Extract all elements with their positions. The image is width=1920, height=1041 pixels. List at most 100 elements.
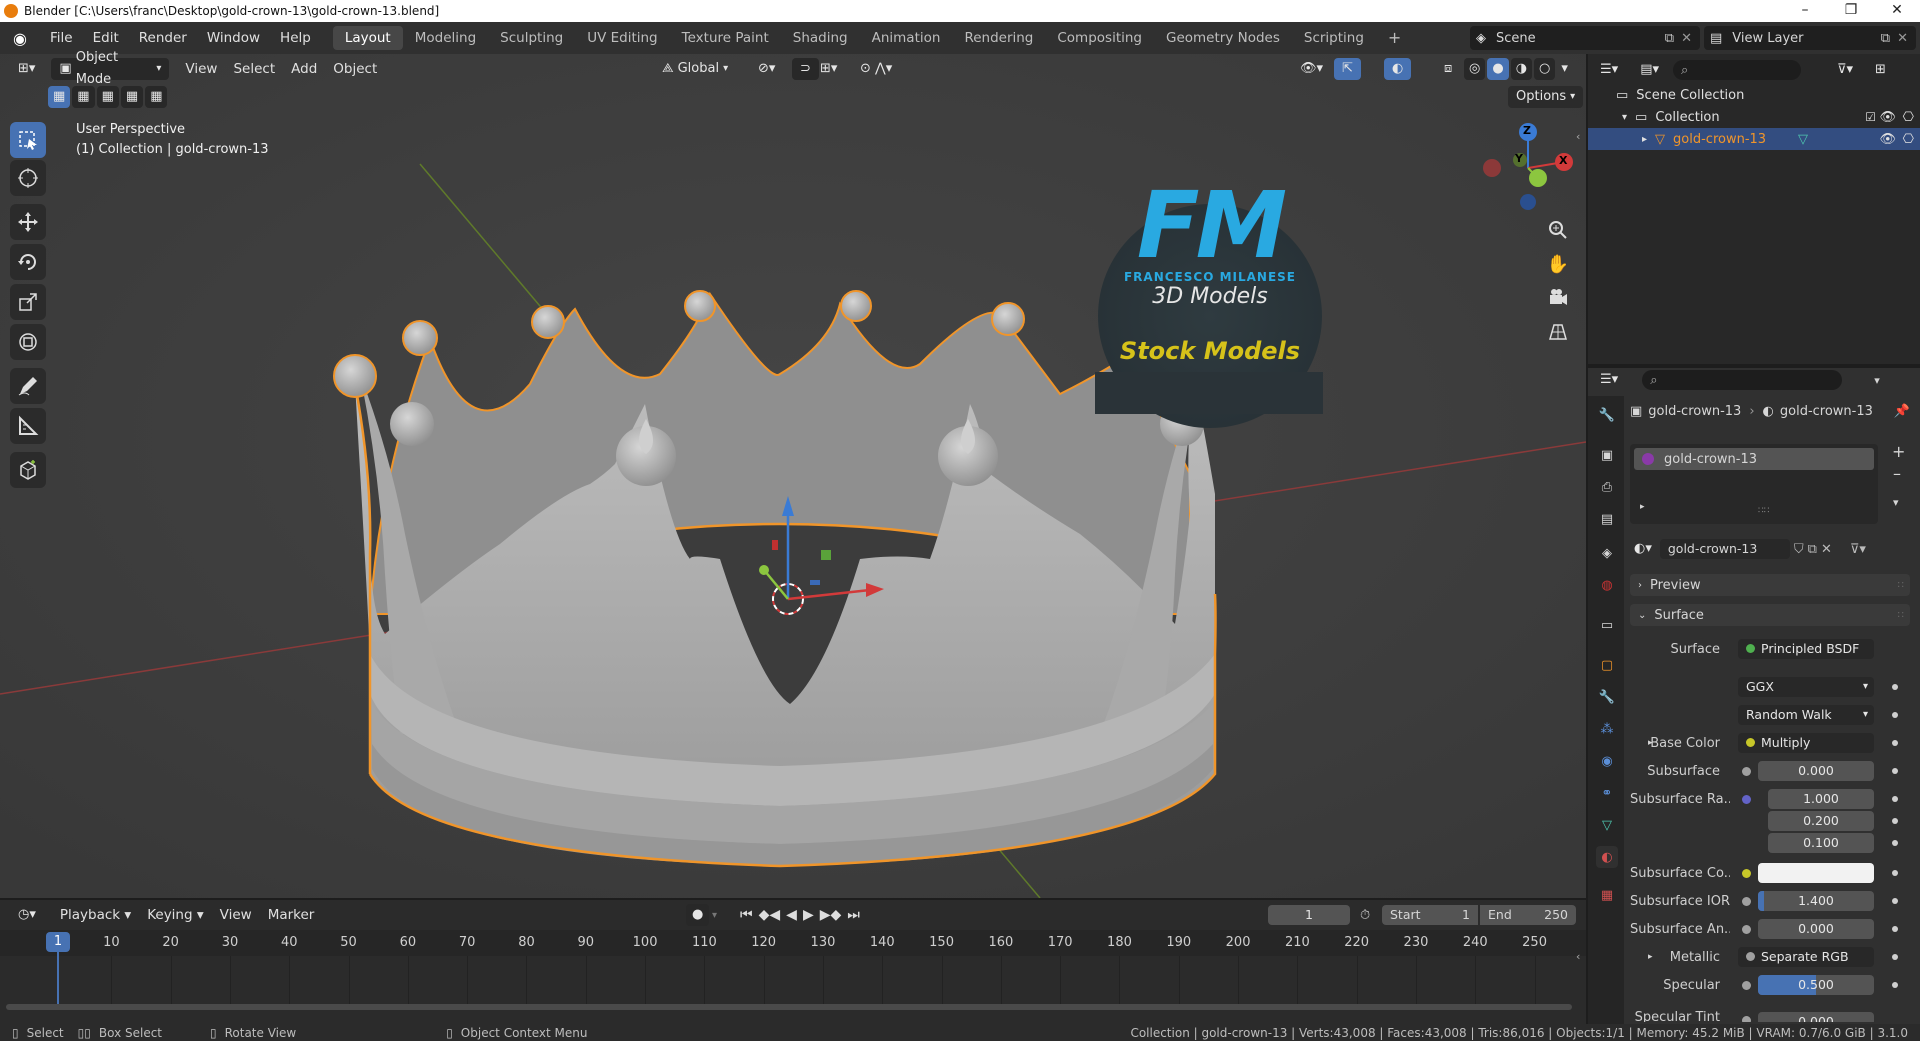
new-collection-icon[interactable]: ⊞ — [1867, 59, 1894, 81]
keyframe-dot-icon[interactable] — [1892, 818, 1898, 824]
timeline-sidebar-toggle-icon[interactable]: ‹ — [1576, 950, 1580, 963]
select-intersect-icon[interactable]: ▦ — [145, 86, 168, 108]
constraints-tab-icon[interactable]: ⚭ — [1596, 782, 1618, 804]
keyframe-dot-icon[interactable] — [1892, 926, 1898, 932]
tab-compositing[interactable]: Compositing — [1045, 26, 1154, 50]
visibility-eye-icon[interactable]: 👁 — [1879, 132, 1896, 147]
select-subtract-icon[interactable]: ▦ — [96, 86, 119, 108]
tab-shading[interactable]: Shading — [781, 26, 860, 50]
snap-target-icon[interactable]: ⊞▾ — [812, 58, 845, 80]
3d-viewport[interactable] — [0, 54, 1586, 898]
rendered-shading-icon[interactable]: ○ — [1534, 58, 1556, 80]
socket-icon[interactable] — [1742, 980, 1751, 990]
xray-toggle-icon[interactable]: ⧈ — [1436, 58, 1460, 80]
menu-edit[interactable]: Edit — [83, 30, 129, 46]
chevron-right-icon[interactable]: ▸ — [1648, 952, 1653, 962]
socket-icon[interactable] — [1742, 924, 1751, 934]
menu-window[interactable]: Window — [197, 30, 270, 46]
socket-icon[interactable] — [1742, 868, 1751, 878]
socket-icon[interactable] — [1742, 896, 1751, 906]
select-extend-icon[interactable]: ▦ — [72, 86, 95, 108]
keyframe-dot-icon[interactable] — [1892, 712, 1898, 718]
display-mode-icon[interactable]: ▤▾ — [1632, 59, 1667, 81]
camera-view-icon[interactable] — [1541, 281, 1575, 315]
jump-keyframe-back-icon[interactable]: ◆◀ — [759, 907, 781, 923]
pin-icon[interactable]: 📌 — [1894, 404, 1910, 419]
play-icon[interactable]: ▶ — [803, 907, 814, 923]
jump-start-icon[interactable]: ⏮ — [740, 907, 753, 923]
outliner-scene-collection[interactable]: ▭ Scene Collection — [1588, 84, 1920, 106]
shading-options-icon[interactable]: ▾ — [1557, 58, 1572, 80]
minimize-icon[interactable]: – — [1782, 0, 1828, 22]
keyframe-dot-icon[interactable] — [1892, 870, 1898, 876]
outliner-editor-type-icon[interactable]: ☰▾ — [1592, 59, 1626, 81]
modifier-tab-icon[interactable]: 🔧 — [1596, 686, 1618, 708]
jump-keyframe-forward-icon[interactable]: ▶◆ — [820, 907, 842, 923]
socket-icon[interactable] — [1742, 794, 1751, 804]
close-icon[interactable]: ✕ — [1874, 0, 1920, 22]
socket-icon[interactable] — [1742, 766, 1751, 776]
tab-sculpting[interactable]: Sculpting — [488, 26, 575, 50]
view-layer-tab-icon[interactable]: ▤ — [1596, 508, 1618, 530]
menu-help[interactable]: Help — [270, 30, 321, 46]
specular-field[interactable]: 0.500 — [1758, 975, 1874, 995]
scene-selector[interactable]: ◈ Scene ⧉ ✕ — [1470, 26, 1700, 50]
subsurface-field[interactable]: 0.000 — [1758, 761, 1874, 781]
surface-panel-header[interactable]: ⌄ Surface ∷ — [1630, 604, 1910, 626]
chevron-down-icon[interactable]: ▾ — [1874, 374, 1880, 387]
transform-orientation-dropdown[interactable]: ⟁ Global ▾ — [654, 58, 736, 80]
tab-geometry-nodes[interactable]: Geometry Nodes — [1154, 26, 1292, 50]
subsurface-method-dropdown[interactable]: Random Walk ▾ — [1738, 705, 1874, 725]
fake-user-icon[interactable]: ⛉ — [1794, 542, 1804, 557]
delete-scene-icon[interactable]: ✕ — [1681, 31, 1692, 46]
keying-options-icon[interactable]: ▾ — [712, 910, 717, 921]
new-view-layer-icon[interactable]: ⧉ — [1881, 31, 1890, 46]
drag-handle-icon[interactable]: ∷ — [1898, 610, 1904, 621]
jump-end-icon[interactable]: ⏭ — [847, 907, 860, 923]
render-camera-icon[interactable]: ⎔ — [1903, 110, 1914, 125]
cursor-tool[interactable] — [10, 160, 46, 196]
subsurface-color-swatch[interactable] — [1758, 863, 1874, 883]
add-workspace-icon[interactable]: + — [1376, 26, 1413, 50]
socket-icon[interactable] — [1742, 1016, 1751, 1022]
navigation-gizmo[interactable]: Z X Y — [1480, 120, 1576, 216]
sidebar-toggle-icon[interactable]: ‹ — [1576, 130, 1580, 143]
mode-dropdown[interactable]: ▣ Object Mode ▾ — [51, 50, 170, 87]
proportional-edit-icon[interactable]: ⊙ ⋀▾ — [852, 58, 900, 80]
exclude-checkbox-icon[interactable]: ☑ — [1865, 110, 1876, 124]
collection-tab-icon[interactable]: ▭ — [1596, 614, 1618, 636]
base-color-link-field[interactable]: Multiply — [1738, 733, 1874, 753]
remove-slot-icon[interactable]: – — [1893, 464, 1901, 483]
play-reverse-icon[interactable]: ◀ — [786, 907, 797, 923]
current-frame-field[interactable]: 1 — [1268, 905, 1350, 925]
menu-file[interactable]: File — [40, 30, 83, 46]
distribution-dropdown[interactable]: GGX ▾ — [1738, 677, 1874, 697]
timeline-scrollbar[interactable] — [6, 1004, 1572, 1010]
data-tab-icon[interactable]: ▽ — [1596, 814, 1618, 836]
tab-animation[interactable]: Animation — [860, 26, 953, 50]
editor-type-button[interactable]: ⊞▾ — [10, 58, 43, 80]
keyframe-dot-icon[interactable] — [1892, 898, 1898, 904]
object-tab-icon[interactable]: ▢ — [1596, 654, 1618, 676]
measure-tool[interactable] — [10, 408, 46, 444]
resize-handle-icon[interactable]: ∷∷ — [1758, 506, 1769, 516]
keyframe-dot-icon[interactable] — [1892, 768, 1898, 774]
pivot-point-icon[interactable]: ⊘▾ — [750, 58, 783, 80]
physics-tab-icon[interactable]: ◉ — [1596, 750, 1618, 772]
preview-panel-header[interactable]: › Preview ∷ — [1630, 574, 1910, 596]
preview-range-icon[interactable]: ⏱ — [1360, 908, 1370, 923]
material-tab-icon[interactable]: ◐ — [1596, 846, 1618, 868]
browse-material-icon[interactable]: ◐▾ — [1630, 538, 1656, 560]
delete-view-layer-icon[interactable]: ✕ — [1897, 31, 1908, 46]
material-name-field[interactable]: gold-crown-13 — [1659, 539, 1790, 559]
select-invert-icon[interactable]: ▦ — [120, 86, 144, 108]
viewport-menu-add[interactable]: Add — [283, 61, 325, 77]
select-new-icon[interactable]: ▦ — [48, 86, 71, 108]
scene-tab-icon[interactable]: ◈ — [1596, 542, 1618, 564]
chevron-down-icon[interactable]: ▾ — [1622, 112, 1627, 123]
wireframe-shading-icon[interactable]: ◎ — [1464, 58, 1486, 80]
tab-uv-editing[interactable]: UV Editing — [575, 26, 669, 50]
outliner-object-row[interactable]: ▸ ▽ gold-crown-13 ▽ 👁 ⎔ — [1588, 128, 1920, 150]
solid-shading-icon[interactable]: ● — [1487, 58, 1509, 80]
timeline-menu-marker[interactable]: Marker — [260, 907, 323, 923]
